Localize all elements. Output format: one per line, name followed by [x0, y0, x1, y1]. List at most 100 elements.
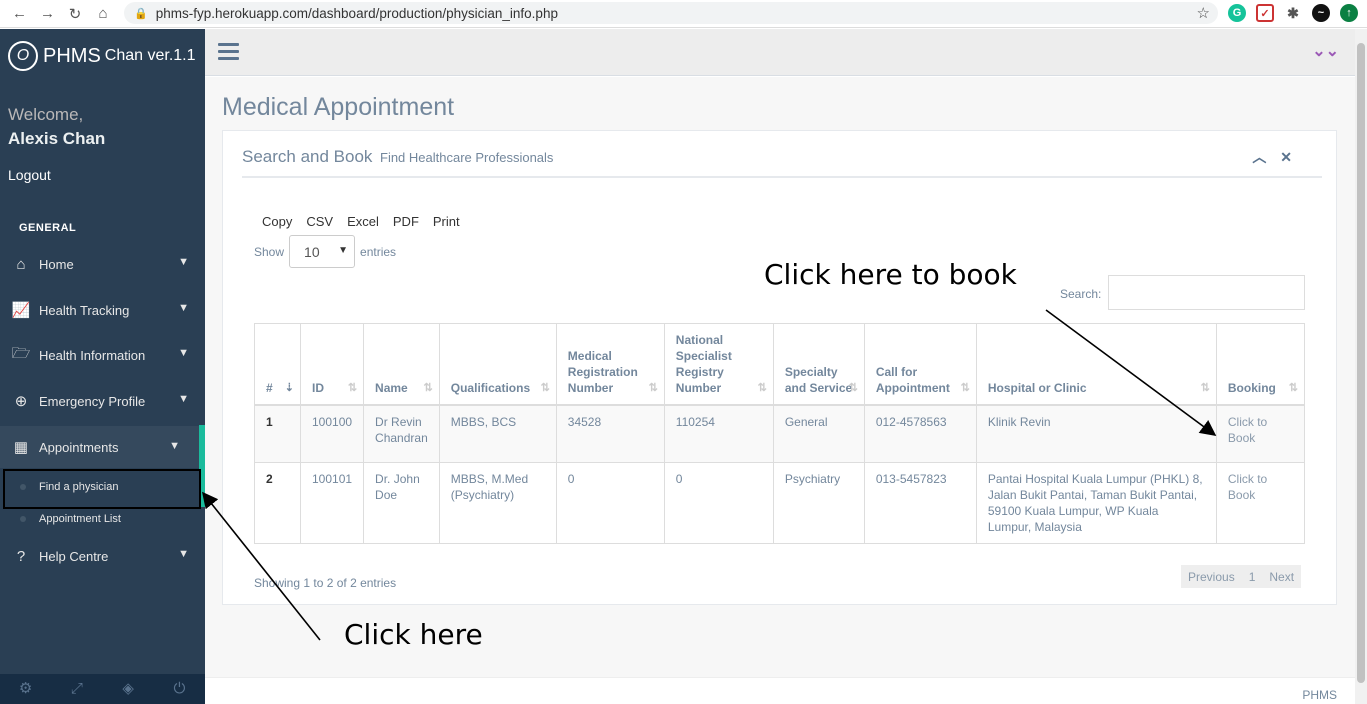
col-header-nsr[interactable]: National Specialist Registry Number ⇅	[664, 323, 774, 406]
cell-id: 100101	[300, 462, 365, 544]
brand-version: Chan ver.1.1	[104, 47, 196, 64]
logout-link[interactable]: Logout	[8, 167, 51, 183]
cell-specialty: General	[773, 405, 865, 463]
cell-qualifications: MBBS, M.Med (Psychiatry)	[439, 462, 557, 544]
collapse-icon[interactable]: ︿	[1252, 149, 1266, 165]
home-icon[interactable]: ⌂	[96, 5, 110, 22]
sidebar-item-help-centre[interactable]: ? Help Centre ▼	[0, 541, 205, 571]
col-header-qualifications[interactable]: Qualifications ⇅	[439, 323, 557, 406]
update-icon[interactable]: ↑	[1340, 4, 1358, 22]
export-buttons: Copy CSV Excel PDF Print	[262, 214, 460, 229]
sort-asc-icon: ⇣	[284, 382, 294, 394]
col-header-specialty[interactable]: Specialty and Service ⇅	[773, 323, 865, 406]
power-icon[interactable]: ⏻	[154, 674, 205, 704]
col-header-call[interactable]: Call for Appointment ⇅	[864, 323, 977, 406]
sidebar-item-label: Health Information	[39, 347, 146, 363]
annotation-find: Click here	[344, 618, 483, 651]
click-to-book-link[interactable]: Click to Book	[1216, 462, 1306, 544]
col-header-name[interactable]: Name ⇅	[363, 323, 440, 406]
cell-name: Dr Revin Chandran	[363, 405, 440, 463]
sidebar-item-emergency-profile[interactable]: ⊕ Emergency Profile ▼	[0, 386, 205, 416]
url-text: phms-fyp.herokuapp.com/dashboard/product…	[155, 5, 558, 21]
bookmark-star-icon[interactable]: ☆	[1197, 4, 1210, 22]
cell-call: 013-5457823	[864, 462, 977, 544]
address-bar[interactable]: 🔒 phms-fyp.herokuapp.com/dashboard/produ…	[124, 2, 1218, 24]
sidebar-item-appointments[interactable]: ▦ Appointments ▼	[0, 426, 205, 468]
plus-circle-icon: ⊕	[14, 393, 28, 410]
settings-icon[interactable]: ⚙	[0, 674, 51, 704]
sort-icon: ⇅	[540, 382, 550, 394]
col-header-id[interactable]: ID ⇅	[300, 323, 365, 406]
page-1-button[interactable]: 1	[1242, 570, 1263, 584]
entries-select[interactable]: 10 ▼	[289, 235, 356, 268]
col-header-mrn[interactable]: Medical Registration Number ⇅	[556, 323, 665, 406]
print-button[interactable]: Print	[433, 214, 460, 229]
profile-avatar[interactable]: ~	[1312, 4, 1330, 22]
table-row: 1 100100 Dr Revin Chandran MBBS, BCS 345…	[254, 405, 1306, 463]
double-chevron-down-icon[interactable]: ⌄⌄	[1312, 41, 1339, 61]
cell-qualifications: MBBS, BCS	[439, 405, 557, 463]
sidebar-item-home[interactable]: ⌂ Home ▼	[0, 249, 205, 279]
browser-toolbar: ← → ↻ ⌂ 🔒 phms-fyp.herokuapp.com/dashboa…	[0, 0, 1367, 28]
cell-hospital: Klinik Revin	[976, 405, 1217, 463]
grammarly-extension-icon[interactable]: G	[1228, 4, 1246, 22]
page-scrollbar[interactable]	[1355, 29, 1367, 704]
pocket-extension-icon[interactable]: ✓	[1256, 4, 1274, 22]
table-row: 2 100101 Dr. John Doe MBBS, M.Med (Psych…	[254, 462, 1306, 544]
page-footer: PHMS	[205, 677, 1355, 704]
pdf-button[interactable]: PDF	[393, 214, 419, 229]
chevron-down-icon: ▼	[178, 302, 189, 314]
highlight-box	[3, 469, 201, 509]
show-label: Show	[254, 244, 285, 259]
menu-toggle-icon[interactable]	[218, 43, 239, 61]
question-circle-icon: ?	[16, 547, 26, 565]
entries-label: entries	[360, 244, 397, 259]
cell-specialty: Psychiatry	[773, 462, 865, 544]
footer-text: PHMS	[1302, 688, 1337, 702]
sort-icon: ⇅	[1200, 382, 1210, 394]
sidebar-item-label: Home	[39, 256, 74, 272]
col-header-booking[interactable]: Booking ⇅	[1216, 323, 1306, 406]
copy-button[interactable]: Copy	[262, 214, 292, 229]
sort-icon: ⇅	[848, 382, 858, 394]
calendar-icon: ▦	[13, 439, 29, 456]
click-to-book-link[interactable]: Click to Book	[1216, 405, 1306, 463]
col-header-hospital[interactable]: Hospital or Clinic ⇅	[976, 323, 1217, 406]
back-icon[interactable]: ←	[12, 5, 27, 22]
bullet-icon	[20, 516, 26, 522]
forward-icon[interactable]: →	[40, 5, 55, 22]
sidebar-footer: ⚙ ⤢ ◈ ⏻	[0, 674, 205, 704]
sidebar-item-label: Help Centre	[39, 548, 109, 564]
close-icon[interactable]: ✕	[1280, 149, 1292, 165]
fullscreen-icon[interactable]: ⤢	[51, 674, 102, 704]
search-label: Search:	[1060, 287, 1102, 301]
sort-icon: ⇅	[960, 382, 970, 394]
panel-subtitle: Find Healthcare Professionals	[380, 150, 554, 165]
search-book-panel: Search and Book Find Healthcare Professi…	[222, 130, 1337, 605]
sort-icon: ⇅	[423, 382, 433, 394]
sidebar-item-label: Appointments	[39, 439, 119, 455]
cell-mrn: 0	[556, 462, 665, 544]
excel-button[interactable]: Excel	[347, 214, 379, 229]
brand[interactable]: O PHMS Chan ver.1.1	[8, 41, 196, 71]
csv-button[interactable]: CSV	[306, 214, 333, 229]
previous-page-button[interactable]: Previous	[1181, 570, 1242, 584]
search-input[interactable]	[1108, 275, 1305, 310]
sidebar-item-label: Emergency Profile	[39, 393, 146, 409]
sidebar-item-label: Health Tracking	[39, 302, 130, 318]
extensions-puzzle-icon[interactable]: ✱	[1284, 4, 1302, 22]
cell-mrn: 34528	[556, 405, 665, 463]
lock-icon[interactable]: ◈	[103, 674, 154, 704]
next-page-button[interactable]: Next	[1262, 570, 1301, 584]
cell-num: 1	[254, 405, 301, 463]
cell-hospital: Pantai Hospital Kuala Lumpur (PHKL) 8, J…	[976, 462, 1217, 544]
main-content: Medical Appointment Search and Book Find…	[205, 77, 1355, 677]
col-header-num[interactable]: # ⇣	[254, 323, 301, 406]
sidebar-item-health-information[interactable]: 🗁 Health Information ▼	[0, 340, 205, 370]
table-info: Showing 1 to 2 of 2 entries	[254, 576, 397, 590]
section-title-general: GENERAL	[19, 222, 77, 234]
sidebar-item-health-tracking[interactable]: 📈 Health Tracking ▼	[0, 295, 205, 325]
scrollbar-thumb[interactable]	[1357, 43, 1365, 683]
entries-length: Show 10 ▼ entries	[254, 235, 396, 268]
reload-icon[interactable]: ↻	[68, 5, 82, 23]
